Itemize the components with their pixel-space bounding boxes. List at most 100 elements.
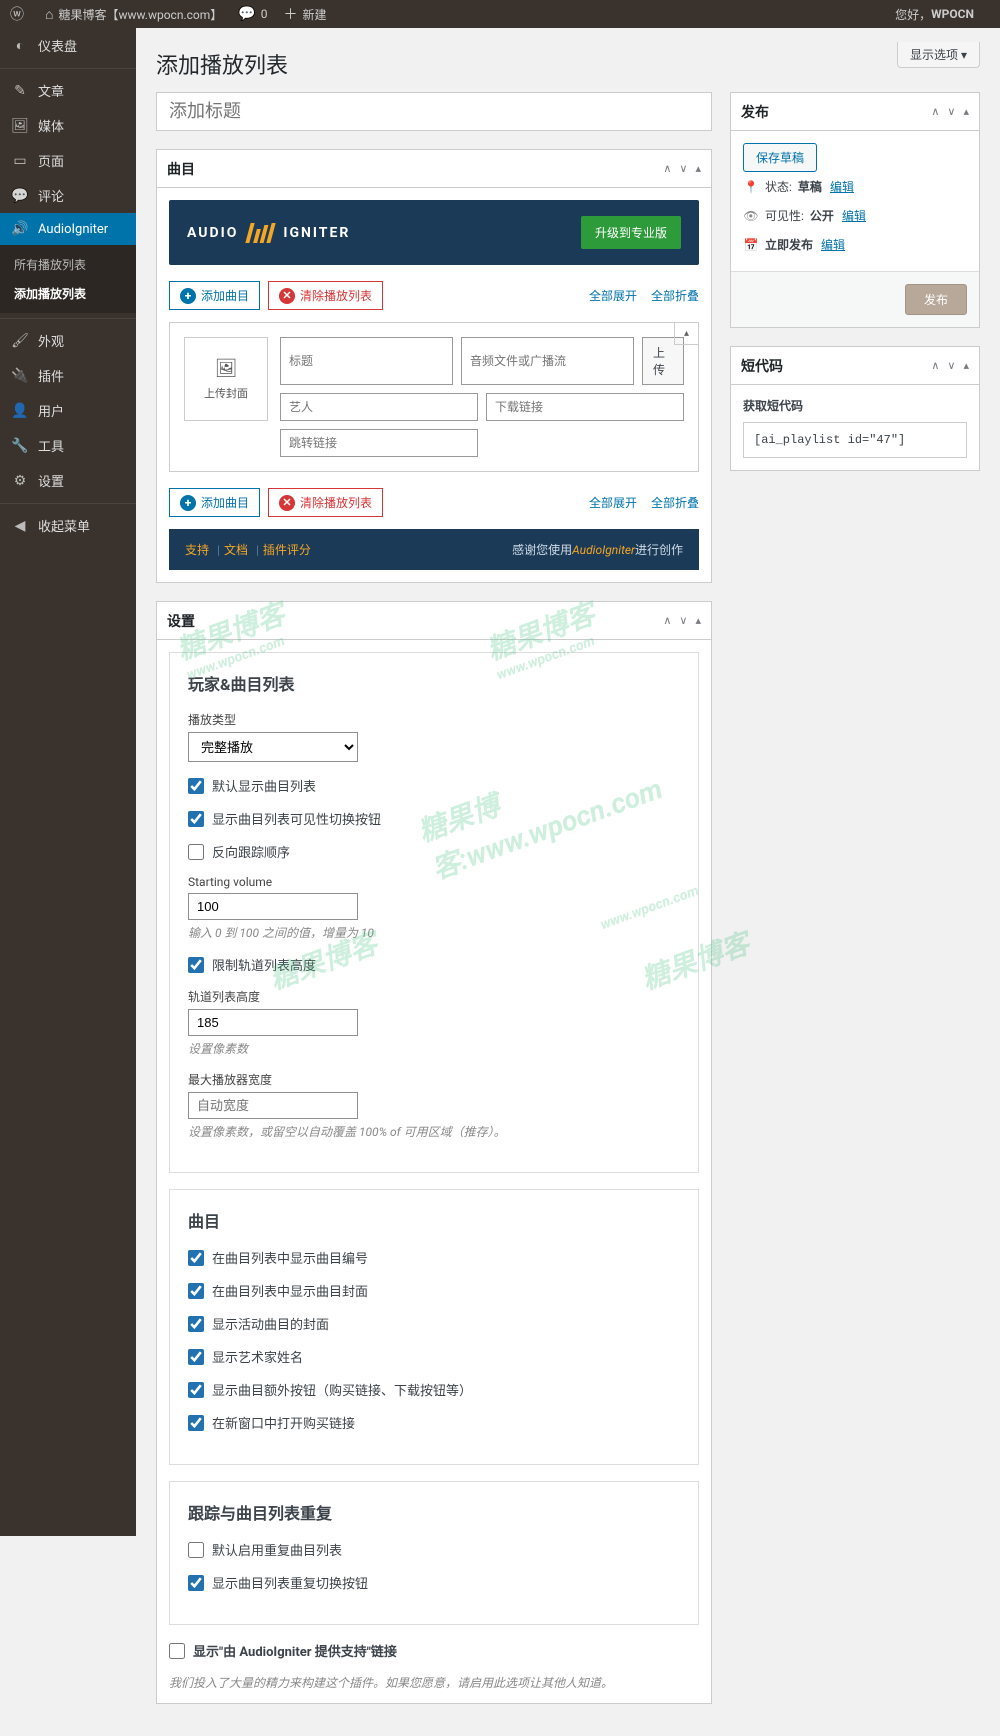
volume-input[interactable]	[188, 893, 358, 920]
audioigniter-logo: AUDIO IGNITER	[187, 223, 350, 243]
move-up-icon[interactable]: ∧	[931, 359, 939, 372]
collapse-all-link-2[interactable]: 全部折叠	[651, 494, 699, 511]
cb-s2-5[interactable]	[188, 1382, 204, 1398]
add-track-button-2[interactable]: +添加曲目	[169, 488, 260, 517]
track-artist-input[interactable]	[280, 393, 478, 421]
site-name[interactable]: ⌂糖果博客【www.wpocn.com】	[45, 6, 222, 23]
user-icon: 👤	[10, 403, 30, 419]
sidebar-item-collapse[interactable]: ◀收起菜单	[0, 508, 136, 543]
cb-s3-2[interactable]	[188, 1575, 204, 1591]
publish-postbox: 发布 ∧∨▴ 保存草稿 📍状态: 草稿 编辑 👁可见性: 公开 编辑 📅立即发布…	[730, 92, 980, 328]
get-shortcode-label: 获取短代码	[743, 397, 967, 414]
new-content[interactable]: ＋新建	[283, 4, 326, 24]
sidebar-item-settings[interactable]: ⚙设置	[0, 463, 136, 498]
collapse-all-link[interactable]: 全部折叠	[651, 287, 699, 304]
track-collapse-icon[interactable]: ▴	[674, 323, 698, 345]
cb-s2-1[interactable]	[188, 1250, 204, 1266]
x-icon: ✕	[279, 495, 295, 511]
screen-options-toggle[interactable]: 显示选项 ▾	[897, 42, 980, 68]
page-title: 添加播放列表	[156, 42, 288, 92]
volume-label: Starting volume	[188, 875, 680, 889]
upgrade-button[interactable]: 升级到专业版	[581, 216, 681, 249]
cb-powered-by[interactable]	[169, 1643, 185, 1659]
height-input[interactable]	[188, 1009, 358, 1036]
comment-icon: 💬	[10, 188, 30, 204]
move-down-icon[interactable]: ∨	[947, 359, 955, 372]
sidebar-item-users[interactable]: 👤用户	[0, 393, 136, 428]
sidebar-item-appearance[interactable]: 🖌外观	[0, 323, 136, 358]
move-down-icon[interactable]: ∨	[679, 614, 687, 627]
tracks-postbox: 曲目 ∧ ∨ ▴ AUDIO IGNITER 升级到专业版 +添加曲目	[156, 149, 712, 583]
cb-s2-2[interactable]	[188, 1283, 204, 1299]
section-repeat-heading: 跟踪与曲目列表重复	[188, 1500, 680, 1524]
cb-default-show[interactable]	[188, 778, 204, 794]
status-edit-link[interactable]: 编辑	[830, 178, 854, 195]
powered-hint: 我们投入了大量的精力来构建这个插件。如果您愿意，请启用此选项让其他人知道。	[169, 1674, 699, 1691]
cb-s2-4[interactable]	[188, 1349, 204, 1365]
move-down-icon[interactable]: ∨	[679, 162, 687, 175]
toggle-icon[interactable]: ▴	[695, 162, 701, 175]
plus-icon: +	[180, 495, 196, 511]
footer-review-link[interactable]: 插件评分	[263, 541, 311, 558]
track-download-input[interactable]	[486, 393, 684, 421]
eye-icon: 👁	[743, 209, 759, 223]
move-up-icon[interactable]: ∧	[663, 614, 671, 627]
cb-reverse[interactable]	[188, 844, 204, 860]
track-title-input[interactable]	[280, 337, 453, 385]
section-tracks-heading: 曲目	[188, 1208, 680, 1232]
track-jump-input[interactable]	[280, 429, 478, 457]
footer-docs-link[interactable]: 文档	[224, 541, 248, 558]
comments-count[interactable]: 💬0	[238, 6, 267, 22]
image-icon: 🖼	[215, 358, 238, 379]
clear-playlist-button-2[interactable]: ✕清除播放列表	[268, 488, 383, 517]
tracks-heading: 曲目	[167, 159, 195, 179]
toggle-icon[interactable]: ▴	[963, 105, 969, 118]
wrench-icon: 🔧	[10, 438, 30, 454]
maxw-input[interactable]	[188, 1092, 358, 1119]
sidebar-item-dashboard[interactable]: ◐仪表盘	[0, 28, 136, 63]
sidebar-item-pages[interactable]: ▭页面	[0, 143, 136, 178]
sidebar-item-tools[interactable]: 🔧工具	[0, 428, 136, 463]
cb-s2-6[interactable]	[188, 1415, 204, 1431]
user-greeting[interactable]: 您好，WPOCN	[895, 6, 974, 23]
sidebar-item-posts[interactable]: ✎文章	[0, 73, 136, 108]
height-hint: 设置像素数	[188, 1040, 680, 1057]
save-draft-button[interactable]: 保存草稿	[743, 143, 817, 172]
shortcode-postbox: 短代码 ∧ ∨ ▴ 获取短代码 [ai_playlist id="47"]	[730, 346, 980, 471]
move-up-icon[interactable]: ∧	[931, 105, 939, 118]
publish-button[interactable]: 发布	[905, 284, 967, 315]
upload-cover-button[interactable]: 🖼 上传封面	[184, 337, 268, 421]
publish-heading: 发布	[741, 102, 769, 122]
schedule-edit-link[interactable]: 编辑	[821, 236, 845, 253]
visibility-edit-link[interactable]: 编辑	[842, 207, 866, 224]
sidebar-item-media[interactable]: 🖼媒体	[0, 108, 136, 143]
expand-all-link-2[interactable]: 全部展开	[589, 494, 637, 511]
audio-icon: 🔊	[10, 221, 30, 237]
play-type-select[interactable]: 完整播放	[188, 732, 358, 762]
add-track-button[interactable]: +添加曲目	[169, 281, 260, 310]
move-down-icon[interactable]: ∨	[947, 105, 955, 118]
shortcode-value[interactable]: [ai_playlist id="47"]	[743, 422, 967, 458]
track-item: ▴ 🖼 上传封面 上传	[169, 322, 699, 472]
sidebar-item-audioigniter[interactable]: 🔊AudioIgniter	[0, 213, 136, 245]
expand-all-link[interactable]: 全部展开	[589, 287, 637, 304]
cb-s3-1[interactable]	[188, 1542, 204, 1558]
cb-show-toggle[interactable]	[188, 811, 204, 827]
volume-hint: 输入 0 到 100 之间的值，增量为 10	[188, 924, 680, 941]
post-title-input[interactable]	[156, 92, 712, 131]
sidebar-item-plugins[interactable]: 🔌插件	[0, 358, 136, 393]
track-file-input[interactable]	[461, 337, 634, 385]
cb-s2-3[interactable]	[188, 1316, 204, 1332]
footer-support-link[interactable]: 支持	[185, 541, 209, 558]
move-up-icon[interactable]: ∧	[663, 162, 671, 175]
submenu-add-playlist[interactable]: 添加播放列表	[0, 279, 136, 308]
shortcode-heading: 短代码	[741, 356, 783, 376]
cb-limit-height[interactable]	[188, 957, 204, 973]
submenu-all-playlists[interactable]: 所有播放列表	[0, 250, 136, 279]
height-label: 轨道列表高度	[188, 988, 680, 1005]
toggle-icon[interactable]: ▴	[963, 359, 969, 372]
sidebar-item-comments[interactable]: 💬评论	[0, 178, 136, 213]
wp-logo[interactable]: ⓦ	[10, 4, 29, 24]
toggle-icon[interactable]: ▴	[695, 614, 701, 627]
clear-playlist-button[interactable]: ✕清除播放列表	[268, 281, 383, 310]
